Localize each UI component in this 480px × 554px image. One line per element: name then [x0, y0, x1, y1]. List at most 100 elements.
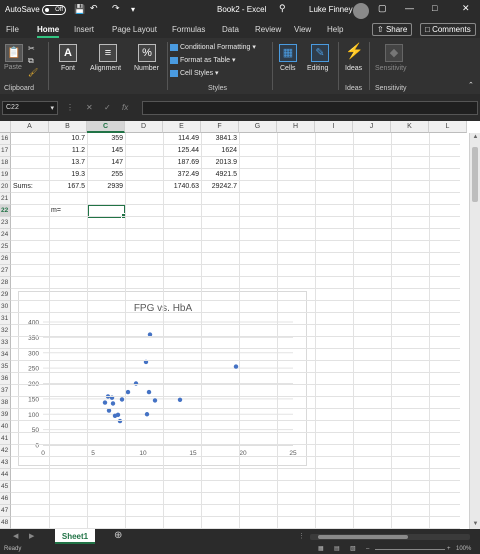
row-header-28[interactable]: 28 — [0, 277, 11, 289]
cell-e16[interactable]: 114.49 — [165, 134, 199, 144]
redo-icon[interactable]: ↷ — [112, 3, 120, 14]
row-header-27[interactable]: 27 — [0, 265, 11, 277]
enter-icon[interactable]: ✓ — [104, 103, 111, 112]
format-painter-icon[interactable]: 🖌 — [28, 68, 38, 77]
row-header-43[interactable]: 43 — [0, 457, 11, 469]
row-header-21[interactable]: 21 — [0, 193, 11, 205]
save-icon[interactable]: 💾 — [74, 4, 85, 15]
tab-view[interactable]: View — [294, 25, 311, 34]
row-header-38[interactable]: 38 — [0, 397, 11, 409]
tab-page-layout[interactable]: Page Layout — [112, 25, 157, 34]
select-all-button[interactable] — [0, 121, 11, 133]
font-group[interactable]: A Font — [56, 40, 84, 92]
avatar[interactable] — [353, 3, 369, 19]
column-header-k[interactable]: K — [391, 121, 429, 133]
vertical-scrollbar[interactable]: ▲ ▼ — [469, 133, 480, 529]
column-header-f[interactable]: F — [201, 121, 239, 133]
cell-e19[interactable]: 372.49 — [165, 170, 199, 180]
column-header-i[interactable]: I — [315, 121, 353, 133]
customize-toolbar-icon[interactable]: ▾ — [131, 5, 135, 14]
row-header-37[interactable]: 37 — [0, 385, 11, 397]
sensitivity-icon[interactable]: ◆ — [385, 44, 403, 62]
zoom-out-icon[interactable]: – — [366, 545, 369, 554]
formula-input[interactable] — [142, 101, 478, 115]
copy-icon[interactable]: ⧉ — [28, 56, 34, 66]
column-header-c[interactable]: C — [87, 121, 125, 133]
cell-f16[interactable]: 3841.3 — [203, 134, 237, 144]
row-header-32[interactable]: 32 — [0, 325, 11, 337]
cell-f18[interactable]: 2013.9 — [203, 158, 237, 168]
zoom-slider[interactable] — [375, 549, 445, 550]
next-sheet-icon[interactable]: ▶ — [29, 532, 34, 540]
column-header-j[interactable]: J — [353, 121, 391, 133]
paste-icon[interactable]: 📋 — [5, 44, 23, 62]
row-header-25[interactable]: 25 — [0, 241, 11, 253]
row-header-34[interactable]: 34 — [0, 349, 11, 361]
column-header-d[interactable]: D — [125, 121, 163, 133]
tab-file[interactable]: File — [6, 25, 19, 34]
page-layout-view-icon[interactable]: ▤ — [334, 545, 340, 554]
cell-e17[interactable]: 125.44 — [165, 146, 199, 156]
tab-home[interactable]: Home — [37, 25, 60, 38]
row-header-16[interactable]: 16 — [0, 133, 11, 145]
row-header-29[interactable]: 29 — [0, 289, 11, 301]
tab-split-icon[interactable]: ⋮ — [298, 532, 305, 540]
row-header-24[interactable]: 24 — [0, 229, 11, 241]
ribbon-display-options-icon[interactable]: ▢ — [378, 3, 387, 14]
conditional-formatting-button[interactable]: Conditional Formatting ▾ — [170, 43, 256, 51]
row-header-40[interactable]: 40 — [0, 421, 11, 433]
column-header-h[interactable]: H — [277, 121, 315, 133]
row-header-35[interactable]: 35 — [0, 361, 11, 373]
cell-f17[interactable]: 1624 — [203, 146, 237, 156]
sheet-tab-sheet1[interactable]: Sheet1 — [55, 529, 95, 544]
cell-e18[interactable]: 187.69 — [165, 158, 199, 168]
add-sheet-icon[interactable]: ⊕ — [114, 530, 122, 541]
row-header-42[interactable]: 42 — [0, 445, 11, 457]
row-header-39[interactable]: 39 — [0, 409, 11, 421]
column-header-e[interactable]: E — [163, 121, 201, 133]
cell-f20[interactable]: 29242.7 — [203, 182, 237, 192]
row-header-31[interactable]: 31 — [0, 313, 11, 325]
tab-help[interactable]: Help — [327, 25, 343, 34]
cell-b22[interactable]: m= — [51, 206, 85, 216]
format-as-table-button[interactable]: Format as Table ▾ — [170, 56, 236, 64]
cell-f19[interactable]: 4921.5 — [203, 170, 237, 180]
row-header-26[interactable]: 26 — [0, 253, 11, 265]
scroll-thumb[interactable] — [472, 147, 478, 202]
row-header-17[interactable]: 17 — [0, 145, 11, 157]
insert-function-icon[interactable]: fx — [122, 103, 128, 112]
row-header-48[interactable]: 48 — [0, 517, 11, 529]
editing-group[interactable]: ✎ Editing — [306, 40, 336, 92]
row-header-23[interactable]: 23 — [0, 217, 11, 229]
cell-b18[interactable]: 13.7 — [51, 158, 85, 168]
row-header-44[interactable]: 44 — [0, 469, 11, 481]
zoom-in-icon[interactable]: + — [447, 545, 451, 554]
collapse-ribbon-icon[interactable]: ⌃ — [468, 81, 474, 89]
cell-b16[interactable]: 10.7 — [51, 134, 85, 144]
cell-b19[interactable]: 19.3 — [51, 170, 85, 180]
cell-b20[interactable]: 167.5 — [51, 182, 85, 192]
cell-c16[interactable]: 359 — [89, 134, 123, 144]
row-header-22[interactable]: 22 — [0, 205, 11, 217]
row-header-18[interactable]: 18 — [0, 157, 11, 169]
cancel-icon[interactable]: ✕ — [86, 103, 93, 112]
column-header-g[interactable]: G — [239, 121, 277, 133]
name-box[interactable]: C22 ▾ — [2, 101, 58, 115]
tab-review[interactable]: Review — [255, 25, 281, 34]
cell-c17[interactable]: 145 — [89, 146, 123, 156]
cell-b17[interactable]: 11.2 — [51, 146, 85, 156]
row-header-33[interactable]: 33 — [0, 337, 11, 349]
row-header-19[interactable]: 19 — [0, 169, 11, 181]
cut-icon[interactable]: ✂ — [28, 44, 35, 53]
row-header-45[interactable]: 45 — [0, 481, 11, 493]
page-break-view-icon[interactable]: ▧ — [350, 545, 356, 554]
comments-button[interactable]: □ Comments — [420, 23, 476, 36]
horizontal-scroll-thumb[interactable] — [318, 535, 408, 539]
cell-c20[interactable]: 2939 — [89, 182, 123, 192]
previous-sheet-icon[interactable]: ◀ — [13, 532, 18, 540]
row-header-20[interactable]: 20 — [0, 181, 11, 193]
column-header-b[interactable]: B — [49, 121, 87, 133]
worksheet-grid[interactable]: ▲ ▼ FPG vs. HbA 050100150200250300350400… — [0, 121, 480, 529]
tab-data[interactable]: Data — [222, 25, 239, 34]
row-header-30[interactable]: 30 — [0, 301, 11, 313]
